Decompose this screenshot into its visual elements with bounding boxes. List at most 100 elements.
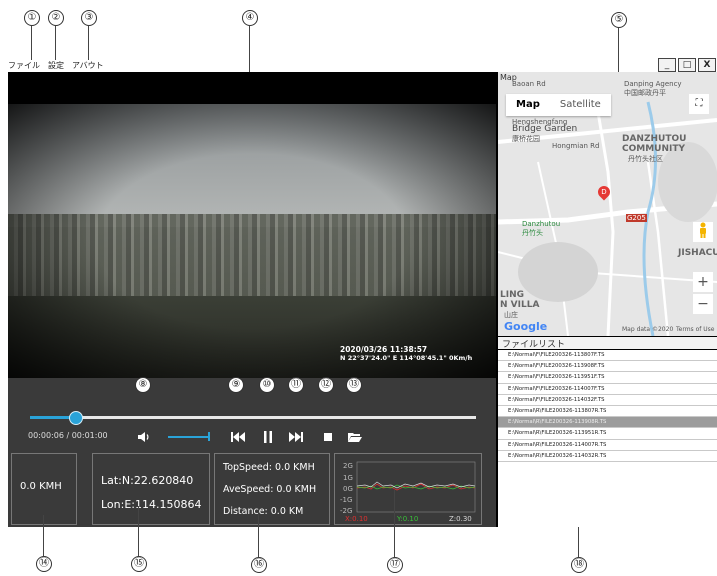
volume-handle[interactable] [208,432,210,441]
callout-14: ⑭ [36,556,52,572]
g-x-value: X:0.10 [345,515,368,523]
menu-settings[interactable]: 設定 [48,60,64,72]
map-label-station-cn: 丹竹头 [522,229,543,237]
map-tab-map[interactable]: Map [506,94,550,116]
leader-17 [394,490,395,557]
pin-label: D [601,188,607,196]
g-tick-minus1g: -1G [340,496,352,504]
trip-stats-panel: TopSpeed: 0.0 KMH AveSpeed: 0.0 KMH Dist… [214,453,330,525]
callout-3: ③ [81,10,97,26]
g-tick-minus2g: -2G [340,507,352,515]
skip-next-icon[interactable] [288,430,304,444]
map-type-tabs: Map Satellite [506,94,611,116]
menu-about[interactable]: アバウト [72,60,104,72]
volume-slider[interactable] [168,436,210,438]
callout-2: ② [48,10,64,26]
map-label-danping-cn: 中国邮政丹平 [624,89,666,97]
latitude: Lat:N:22.620840 [101,474,194,487]
callout-17: ⑰ [387,557,403,573]
zoom-in-button[interactable]: + [693,272,713,292]
menu-bar: ファイル 設定 アバウト [8,60,104,72]
fullscreen-icon[interactable]: ⛶ [689,94,709,114]
callout-1: ① [24,10,40,26]
callout-12: ⑫ [318,377,334,393]
g-tick-0g: 0G [343,485,353,493]
leader-2 [55,26,56,60]
video-timestamp: 2020/03/26 11:38:57 N 22°37'24.0" E 114°… [340,346,473,363]
callout-15: ⑮ [131,556,147,572]
file-list-item[interactable]: E:\Normal\R\FILE200326-113951R.TS [498,428,717,440]
google-logo: Google [504,320,548,333]
map-label-community: COMMUNITY [622,144,686,154]
current-time: 00:00:06 [28,431,64,440]
pegman-icon[interactable] [693,222,713,242]
seek-handle[interactable] [68,411,83,425]
file-list-item[interactable]: E:\Normal\F\FILE200326-113951F.TS [498,372,717,384]
file-list-item[interactable]: E:\Normal\R\FILE200326-113908R.TS [498,417,717,429]
map-label-g205: G205 [626,214,647,222]
leader-16 [258,512,259,557]
close-button[interactable]: X [698,58,716,72]
file-list-item[interactable]: E:\Normal\F\FILE200326-113908F.TS [498,361,717,373]
callout-9: ⑨ [228,377,244,393]
distance: Distance: 0.0 KM [223,506,304,517]
file-list-item[interactable]: E:\Normal\R\FILE200326-114032R.TS [498,451,717,462]
current-speed: 0.0 KMH [20,481,62,492]
file-list-item[interactable]: E:\Normal\F\FILE200326-114007F.TS [498,384,717,395]
video-vignette [8,104,496,378]
map-label-bridge-cn: 康桥花园 [512,135,540,143]
skip-previous-icon[interactable] [230,430,246,444]
map-attribution: Map data ©2020 [622,326,674,333]
g-z-value: Z:0.30 [449,515,472,523]
map-terms-link[interactable]: Terms of Use [676,326,714,333]
maximize-button[interactable]: □ [678,58,696,72]
stop-icon[interactable] [320,430,336,444]
callout-5: ⑤ [611,12,627,28]
file-list-item[interactable]: E:\Normal\R\FILE200326-114007R.TS [498,440,717,451]
callout-8: ⑧ [135,377,151,393]
file-list: E:\Normal\F\FILE200326-113807F.TS E:\Norm… [498,350,717,527]
file-list-item[interactable]: E:\Normal\R\FILE200326-113807R.TS [498,406,717,418]
video-gps-line: N 22°37'24.0" E 114°08'45.1" 0Km/h [340,354,473,362]
video-player[interactable] [8,104,496,378]
time-separator: / [63,431,72,440]
gps-panel: Lat:N:22.620840 Lon:E:114.150864 [92,453,210,525]
callout-13: ⑬ [346,377,362,393]
minimize-button[interactable]: _ [658,58,676,72]
g-sensor-graph: 2G 1G 0G -1G -2G X:0.10 Y:0.10 Z:0.30 [334,453,482,525]
file-list-item[interactable]: E:\Normal\F\FILE200326-113807F.TS [498,350,717,362]
seek-bar[interactable] [30,416,476,419]
menu-file[interactable]: ファイル [8,60,40,72]
map-label-baoan: Baoan Rd [512,80,546,88]
zoom-out-button[interactable]: − [693,294,713,314]
map-label-community-cn: 丹竹头社区 [628,155,663,163]
map-label-bridge-garden: Bridge Garden [512,124,578,134]
map-label-hongmian: Hongmian Rd [552,142,600,150]
leader-1 [31,26,32,60]
seek-bar-progress [30,416,75,419]
map-label-station: Danzhutou [522,220,561,228]
longitude: Lon:E:114.150864 [101,498,202,511]
playback-time: 00:00:06 / 00:01:00 [28,431,108,440]
g-tick-2g: 2G [343,462,353,470]
folder-open-icon[interactable] [347,430,363,444]
leader-14 [43,515,44,556]
g-tick-1g: 1G [343,474,353,482]
speaker-icon[interactable] [136,430,152,444]
callout-18: ⑱ [571,557,587,573]
map-panel[interactable]: Map Baoan Rd Danping Agency 中国邮政丹平 Map S… [498,72,717,336]
callout-11: ⑪ [288,377,304,393]
top-speed: TopSpeed: 0.0 KMH [223,462,315,473]
pause-icon[interactable] [260,430,276,444]
map-label-villa-cn: 山庄 [504,311,518,319]
callout-4: ④ [242,10,258,26]
map-tab-satellite[interactable]: Satellite [550,94,611,116]
map-label-danping: Danping Agency [624,80,682,88]
callout-10: ⑩ [259,377,275,393]
map-label-villa: N VILLA [500,300,540,310]
total-time: 00:01:00 [71,431,108,440]
speed-panel: 0.0 KMH [11,453,77,525]
file-list-item[interactable]: E:\Normal\F\FILE200326-114032F.TS [498,395,717,406]
file-list-title: ファイルリスト [498,337,717,350]
location-pin-icon[interactable]: D [595,183,613,201]
